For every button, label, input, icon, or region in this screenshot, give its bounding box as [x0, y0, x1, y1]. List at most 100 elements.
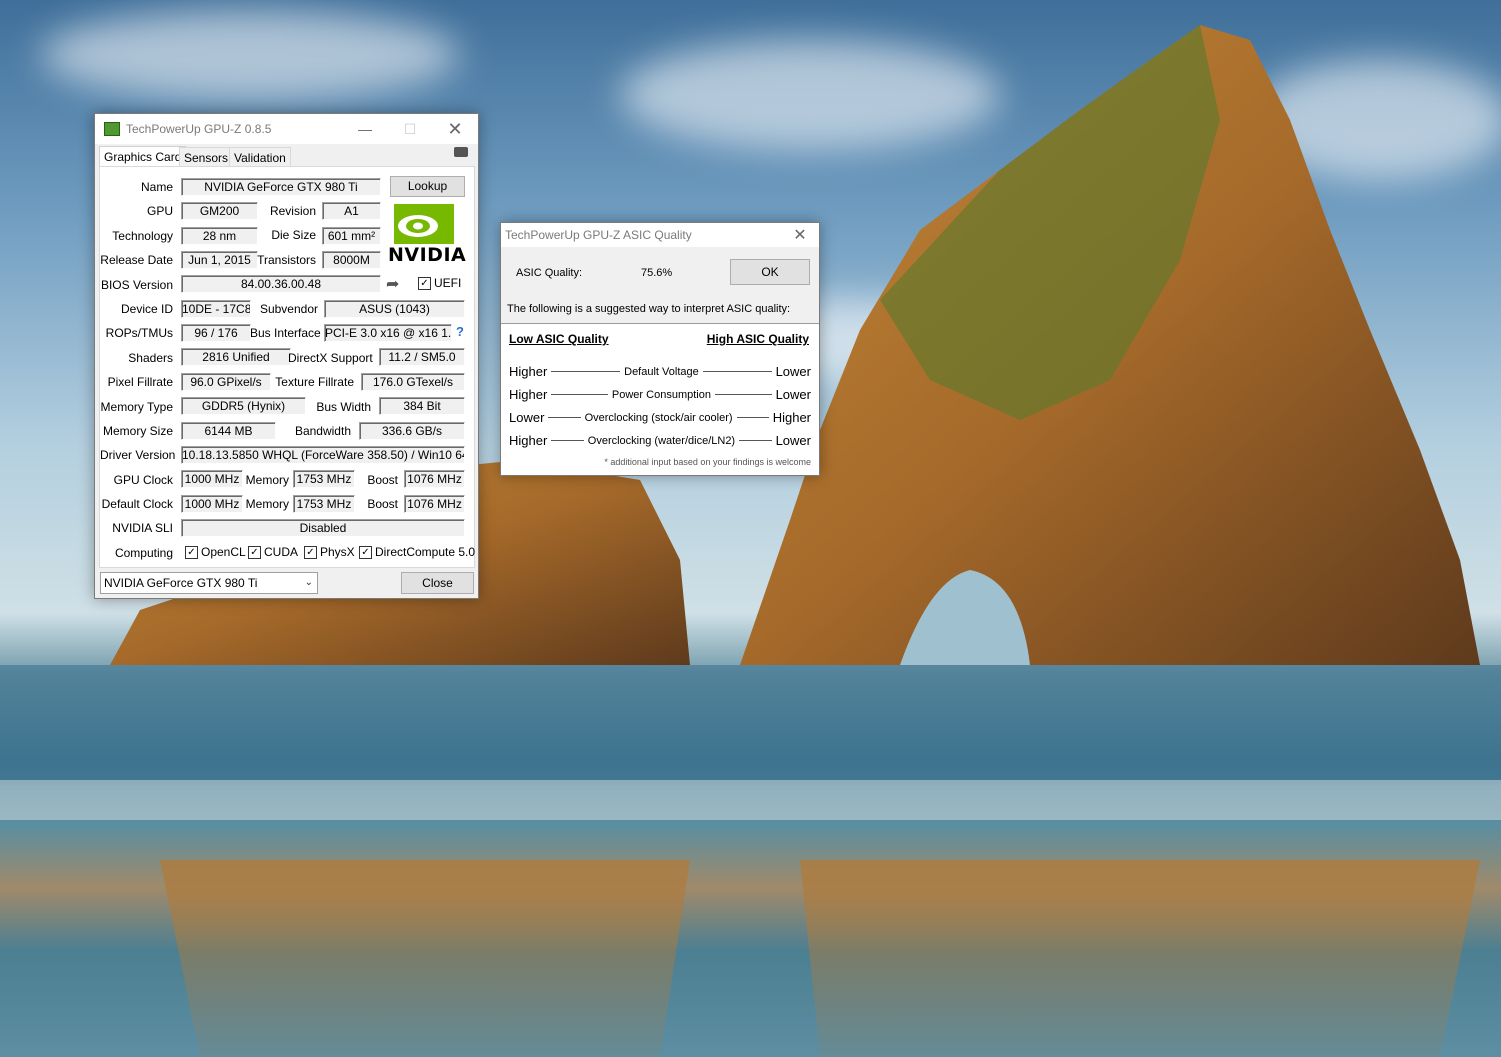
- bus-interface-label: Bus Interface: [250, 326, 321, 340]
- default-clock-label: Default Clock: [101, 497, 173, 511]
- camera-icon[interactable]: [454, 147, 468, 157]
- chevron-down-icon: ⌄: [304, 577, 313, 588]
- die-size-field: 601 mm²: [322, 227, 381, 245]
- bios-version-label: BIOS Version: [100, 278, 173, 292]
- asic-title: TechPowerUp GPU-Z ASIC Quality: [505, 228, 692, 242]
- minimize-icon[interactable]: —: [342, 114, 388, 144]
- driver-version-field: 10.18.13.5850 WHQL (ForceWare 358.50) / …: [181, 446, 465, 464]
- bandwidth-label: Bandwidth: [294, 424, 351, 438]
- check-icon: ✓: [359, 545, 372, 559]
- release-date-field: Jun 1, 2015: [181, 251, 258, 269]
- close-icon[interactable]: ✕: [432, 114, 478, 144]
- uefi-label: UEFI: [434, 276, 462, 290]
- bus-interface-field: PCI-E 3.0 x16 @ x16 1.1: [324, 324, 452, 342]
- memory-type-label: Memory Type: [100, 400, 173, 414]
- asic-row-oc-water: Higher Overclocking (water/dice/LN2) Low…: [509, 433, 811, 448]
- pixel-fillrate-label: Pixel Fillrate: [107, 375, 173, 389]
- asic-row-right: Lower: [775, 387, 811, 402]
- texture-fillrate-field: 176.0 GTexel/s: [361, 373, 465, 391]
- texture-fillrate-label: Texture Fillrate: [275, 375, 354, 389]
- close-button[interactable]: Close: [401, 572, 474, 594]
- gpu-clock-boost-label: Boost: [367, 473, 398, 487]
- device-id-field: 10DE - 17C8: [181, 300, 251, 318]
- asic-row-default-voltage: Higher Default Voltage Lower: [509, 364, 811, 379]
- tab-sensors[interactable]: Sensors: [179, 147, 234, 167]
- physx-checkbox[interactable]: ✓ PhysX: [304, 545, 355, 559]
- rops-tmus-label: ROPs/TMUs: [105, 326, 173, 340]
- gpuz-app-icon: [104, 122, 120, 136]
- transistors-field: 8000M: [322, 251, 381, 269]
- release-date-label: Release Date: [100, 253, 173, 267]
- default-clock-memory-field: 1753 MHz: [293, 495, 355, 513]
- asic-titlebar[interactable]: TechPowerUp GPU-Z ASIC Quality ✕: [501, 223, 819, 247]
- share-icon[interactable]: ➦: [386, 274, 399, 294]
- asic-row-oc-air: Lower Overclocking (stock/air cooler) Hi…: [509, 410, 811, 425]
- nvidia-logo: NVIDIA: [386, 204, 466, 266]
- gpuz-title: TechPowerUp GPU-Z 0.8.5: [126, 122, 272, 136]
- gpu-select-value: NVIDIA GeForce GTX 980 Ti: [104, 576, 258, 590]
- opencl-label: OpenCL: [201, 545, 246, 559]
- memory-size-label: Memory Size: [102, 424, 173, 438]
- high-asic-header: High ASIC Quality: [706, 332, 809, 346]
- default-clock-memory-label: Memory: [245, 497, 289, 511]
- rops-tmus-field: 96 / 176: [181, 324, 251, 342]
- asic-row-left: Higher: [509, 387, 548, 402]
- asic-quality-label: ASIC Quality:: [516, 267, 583, 279]
- memory-size-field: 6144 MB: [181, 422, 276, 440]
- bandwidth-field: 336.6 GB/s: [359, 422, 465, 440]
- ok-button[interactable]: OK: [730, 259, 810, 285]
- revision-field: A1: [322, 202, 381, 220]
- gpu-select[interactable]: NVIDIA GeForce GTX 980 Ti ⌄: [100, 572, 318, 594]
- bios-version-field: 84.00.36.00.48: [181, 275, 381, 293]
- directcompute-checkbox[interactable]: ✓ DirectCompute 5.0: [359, 545, 475, 559]
- default-clock-boost-label: Boost: [367, 497, 398, 511]
- bus-help-icon[interactable]: ?: [456, 324, 464, 339]
- gpu-clock-memory-field: 1753 MHz: [293, 470, 355, 488]
- lookup-button[interactable]: Lookup: [390, 176, 465, 197]
- technology-label: Technology: [112, 229, 173, 243]
- gpu-label: GPU: [146, 204, 173, 218]
- directcompute-label: DirectCompute 5.0: [375, 545, 476, 559]
- asic-close-icon[interactable]: ✕: [781, 223, 819, 247]
- asic-footnote: * additional input based on your finding…: [604, 457, 811, 467]
- opencl-checkbox[interactable]: ✓ OpenCL: [185, 545, 246, 559]
- check-icon: ✓: [248, 545, 261, 559]
- cuda-checkbox[interactable]: ✓ CUDA: [248, 545, 298, 559]
- low-asic-header: Low ASIC Quality: [509, 332, 609, 346]
- asic-row-right: Lower: [775, 433, 811, 448]
- directx-field: 11.2 / SM5.0: [379, 348, 465, 366]
- name-field: NVIDIA GeForce GTX 980 Ti: [181, 178, 381, 196]
- physx-label: PhysX: [320, 545, 355, 559]
- memory-type-field: GDDR5 (Hynix): [181, 397, 306, 415]
- directx-label: DirectX Support: [288, 351, 373, 365]
- bus-width-label: Bus Width: [316, 400, 371, 414]
- default-clock-field: 1000 MHz: [181, 495, 243, 513]
- check-icon: ✓: [185, 545, 198, 559]
- transistors-label: Transistors: [257, 253, 316, 267]
- nvidia-sli-field: Disabled: [181, 519, 465, 537]
- revision-label: Revision: [269, 204, 316, 218]
- maximize-icon[interactable]: ☐: [387, 114, 433, 144]
- default-clock-boost-field: 1076 MHz: [404, 495, 465, 513]
- gpu-clock-boost-field: 1076 MHz: [404, 470, 465, 488]
- pixel-fillrate-field: 96.0 GPixel/s: [181, 373, 271, 391]
- gpuz-titlebar[interactable]: TechPowerUp GPU-Z 0.8.5 — ☐ ✕: [95, 114, 478, 144]
- bus-width-field: 384 Bit: [379, 397, 465, 415]
- asic-quality-value: 75.6%: [641, 267, 673, 279]
- uefi-checkbox[interactable]: ✓ UEFI: [418, 276, 461, 290]
- tab-graphics-card[interactable]: Graphics Card: [99, 146, 187, 167]
- computing-label: Computing: [114, 546, 173, 560]
- nvidia-sli-label: NVIDIA SLI: [112, 521, 173, 535]
- uefi-check-icon: ✓: [418, 276, 431, 290]
- asic-row-left: Lower: [509, 410, 545, 425]
- technology-field: 28 nm: [181, 227, 258, 245]
- nvidia-eye-icon: [394, 204, 454, 244]
- asic-row-left: Higher: [509, 364, 548, 379]
- asic-row-mid: Overclocking (water/dice/LN2): [587, 434, 736, 447]
- tab-validation[interactable]: Validation: [229, 147, 291, 167]
- asic-row-power: Higher Power Consumption Lower: [509, 387, 811, 402]
- asic-row-right: Higher: [772, 410, 811, 425]
- die-size-label: Die Size: [271, 228, 316, 242]
- driver-version-label: Driver Version: [100, 448, 176, 462]
- check-icon: ✓: [304, 545, 317, 559]
